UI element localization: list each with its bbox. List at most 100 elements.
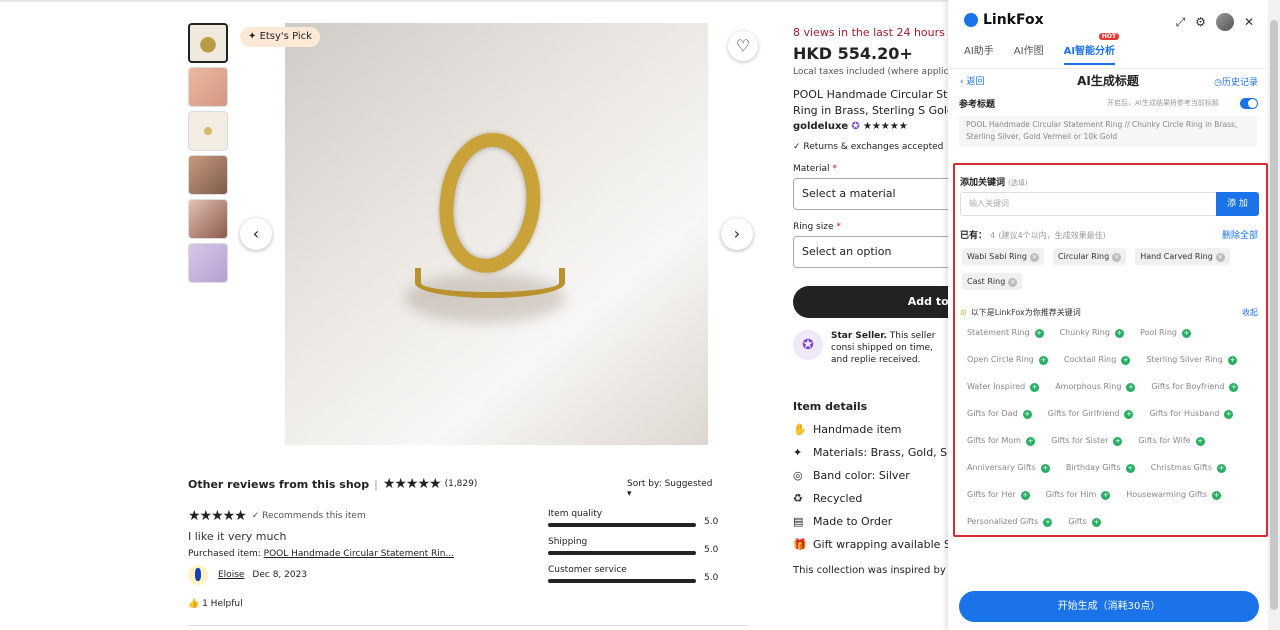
thumbnail-6[interactable] — [188, 243, 228, 283]
add-keyword-icon[interactable]: + — [1224, 410, 1234, 419]
recommended-keyword[interactable]: Gifts for Girlfriend + — [1048, 409, 1134, 419]
prev-image-button[interactable]: ‹ — [240, 218, 272, 250]
expand-icon[interactable]: ⤢ — [1176, 15, 1186, 30]
recommended-keyword[interactable]: Chunky Ring + — [1060, 328, 1124, 338]
add-keyword-icon[interactable]: + — [1124, 410, 1134, 419]
recommended-keyword[interactable]: Gifts for Boyfriend + — [1151, 382, 1239, 392]
add-keyword-icon[interactable]: + — [1034, 329, 1044, 338]
keyword-section: 添加关键词 (选填) 输入关键词 添 加 已有： 4 (建议4个以内，生成效果最… — [953, 163, 1268, 537]
close-icon[interactable]: ✕ — [1244, 15, 1254, 29]
recommended-keyword[interactable]: Cocktail Ring + — [1064, 355, 1131, 365]
recommended-keyword[interactable]: Gifts + — [1068, 517, 1101, 527]
add-keyword-icon[interactable]: + — [1043, 518, 1053, 527]
keyword-text: Gifts for Girlfriend — [1047, 409, 1120, 418]
recommended-keyword[interactable]: Sterling Silver Ring + — [1146, 355, 1237, 365]
recommended-keyword[interactable]: Gifts for Wife + — [1138, 436, 1205, 446]
history-button[interactable]: ◷历史记录 — [1214, 75, 1258, 88]
tabs-divider — [948, 68, 1268, 69]
add-keyword-icon[interactable]: + — [1195, 437, 1205, 446]
tab-ai-image[interactable]: AI作图 — [1014, 42, 1044, 65]
recommended-keyword[interactable]: Gifts for Him + — [1046, 490, 1111, 500]
helpful-button[interactable]: 👍 1 Helpful — [188, 599, 454, 609]
have-label: 已有： — [960, 231, 988, 241]
hot-badge: HOT — [1098, 33, 1120, 40]
add-keyword-icon[interactable]: + — [1212, 491, 1222, 500]
recommended-keyword[interactable]: Pool Ring + — [1140, 328, 1191, 338]
remove-keyword-icon[interactable]: × — [1215, 253, 1225, 262]
recommended-keyword[interactable]: Water Inspired + — [967, 382, 1040, 392]
collapse-button[interactable]: 收起 — [1242, 307, 1258, 318]
add-keyword-icon[interactable]: + — [1216, 464, 1226, 473]
delete-all-button[interactable]: 删除全部 — [1222, 228, 1258, 241]
next-image-button[interactable]: › — [721, 218, 753, 250]
add-keyword-icon[interactable]: + — [1126, 383, 1136, 392]
thumbnail-1[interactable] — [188, 23, 228, 63]
add-keyword-icon[interactable]: + — [1229, 383, 1239, 392]
thumbnail-3[interactable] — [188, 111, 228, 151]
thumbnail-5[interactable] — [188, 199, 228, 239]
start-generate-button[interactable]: 开始生成（消耗30点） — [959, 591, 1259, 622]
user-avatar[interactable] — [1215, 13, 1234, 31]
thumbnail-2[interactable] — [188, 67, 228, 107]
recommended-keyword[interactable]: Gifts for Her + — [967, 490, 1030, 500]
remove-keyword-icon[interactable]: × — [1029, 253, 1039, 262]
keyword-text: Amorphous Ring — [1055, 382, 1122, 391]
recommended-keyword[interactable]: Gifts for Mom + — [967, 436, 1036, 446]
tab-ai-analysis[interactable]: AI智能分析 HOT — [1063, 33, 1120, 65]
add-keyword-icon[interactable]: + — [1022, 410, 1032, 419]
recommended-keyword[interactable]: Housewarming Gifts + — [1126, 490, 1222, 500]
star-seller-badge-icon: ✪ — [851, 121, 860, 132]
add-keyword-icon[interactable]: + — [1038, 356, 1048, 365]
keyword-text: Housewarming Gifts — [1126, 490, 1208, 499]
recommended-keyword[interactable]: Open Circle Ring + — [967, 355, 1048, 365]
keyword-input[interactable]: 输入关键词 — [960, 192, 1216, 216]
add-keyword-button[interactable]: 添 加 — [1216, 192, 1259, 216]
thumbnail-4[interactable] — [188, 155, 228, 195]
favorite-button[interactable]: ♡ — [728, 31, 758, 61]
recommended-keyword[interactable]: Personalized Gifts + — [967, 517, 1053, 527]
heart-icon: ♡ — [735, 36, 751, 55]
shop-name[interactable]: goldeluxe — [793, 121, 848, 132]
add-keyword-icon[interactable]: + — [1040, 464, 1050, 473]
gear-icon[interactable]: ⚙ — [1195, 15, 1206, 29]
keyword-text: Gifts for Wife — [1138, 436, 1191, 445]
ring-size-select[interactable]: Select an option — [793, 236, 948, 268]
add-keyword-icon[interactable]: + — [1101, 491, 1111, 500]
add-keyword-icon[interactable]: + — [1121, 356, 1131, 365]
recommended-keyword[interactable]: Birthday Gifts + — [1066, 463, 1135, 473]
page-scrollbar[interactable] — [1268, 0, 1280, 630]
add-keyword-icon[interactable]: + — [1020, 491, 1030, 500]
keyword-text: Wabi Sabi Ring — [967, 252, 1027, 261]
purchased-item-link[interactable]: POOL Handmade Circular Statement Rin... — [264, 549, 454, 559]
recommended-keyword[interactable]: Gifts for Dad + — [967, 409, 1032, 419]
scrollbar-thumb[interactable] — [1270, 20, 1278, 610]
add-keyword-icon[interactable]: + — [1030, 383, 1040, 392]
recommended-keyword[interactable]: Gifts for Sister + — [1051, 436, 1123, 446]
recommended-keyword[interactable]: Amorphous Ring + — [1055, 382, 1136, 392]
add-keyword-icon[interactable]: + — [1125, 464, 1135, 473]
tab-ai-assistant[interactable]: AI助手 — [964, 42, 994, 65]
add-keyword-icon[interactable]: + — [1026, 437, 1036, 446]
add-keyword-icon[interactable]: + — [1114, 329, 1124, 338]
add-keyword-icon[interactable]: + — [1181, 329, 1191, 338]
material-select[interactable]: Select a material — [793, 178, 948, 210]
add-to-cart-button[interactable]: Add to c — [793, 286, 948, 318]
sort-dropdown[interactable]: Sort by: Suggested ▾ — [627, 479, 718, 499]
recommended-keyword[interactable]: Gifts for Husband + — [1149, 409, 1234, 419]
reference-toggle[interactable] — [1240, 98, 1258, 109]
back-button[interactable]: ‹ 返回 — [960, 74, 984, 87]
add-keyword-icon[interactable]: + — [1227, 356, 1237, 365]
remove-keyword-icon[interactable]: × — [1112, 253, 1122, 262]
returns-text: Returns & exchanges accepted — [803, 142, 944, 152]
rating-bar — [548, 551, 696, 555]
add-keyword-icon[interactable]: + — [1113, 437, 1123, 446]
detail-row: ▤ Made to Order — [793, 515, 948, 528]
recommended-keyword[interactable]: Statement Ring + — [967, 328, 1044, 338]
add-keyword-icon[interactable]: + — [1091, 518, 1101, 527]
remove-keyword-icon[interactable]: × — [1008, 278, 1018, 287]
keyword-text: Water Inspired — [967, 382, 1026, 391]
rating-row: Item quality 5.0 — [548, 509, 718, 527]
recommended-keyword[interactable]: Christmas Gifts + — [1151, 463, 1226, 473]
reviewer-name[interactable]: Eloise — [218, 570, 244, 580]
recommended-keyword[interactable]: Anniversary Gifts + — [967, 463, 1050, 473]
